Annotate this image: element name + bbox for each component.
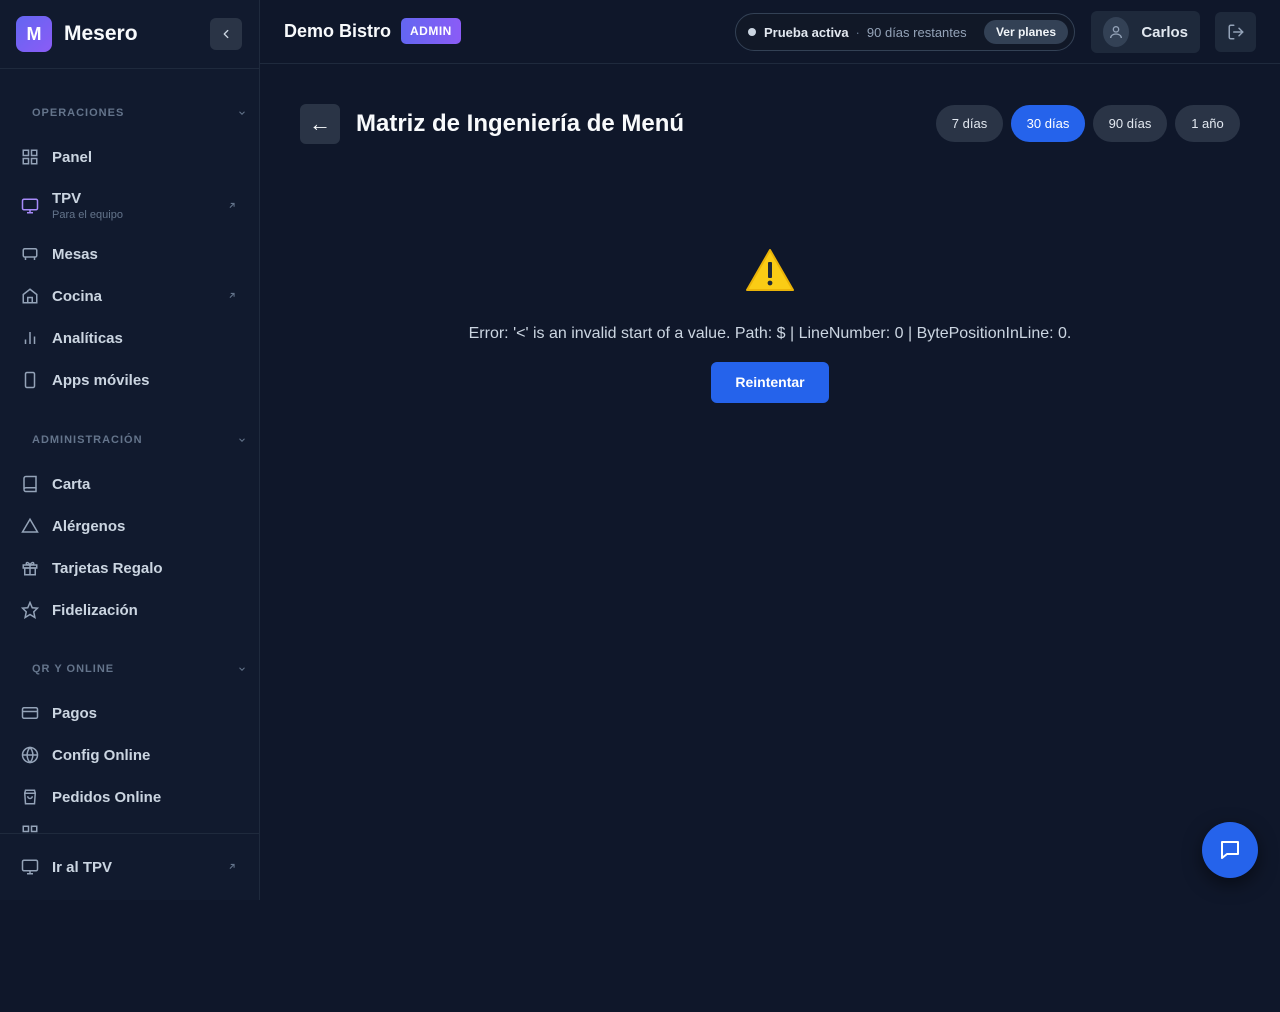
sidebar: M Mesero OPERACIONES Panel TPV Para el e… [0,0,260,900]
role-badge: ADMIN [401,18,461,44]
user-menu-button[interactable]: Carlos [1091,11,1200,53]
monitor-icon [20,196,40,216]
sidebar-item-label: Tarjetas Regalo [52,559,163,577]
sidebar-item-label: Carta [52,475,91,493]
sidebar-item-partial[interactable] [0,818,259,833]
chevron-left-icon [223,29,229,39]
sidebar-item-apps-moviles[interactable]: Apps móviles [0,359,259,401]
sidebar-footer-label: Ir al TPV [52,858,113,876]
smartphone-icon [20,370,40,390]
back-button[interactable]: ← [300,104,340,144]
sidebar-item-panel[interactable]: Panel [0,136,259,178]
sidebar-item-label: Pedidos Online [52,788,162,806]
sidebar-item-cocina[interactable]: Cocina [0,275,259,317]
chevron-down-icon [239,667,245,671]
brand-logo: M [16,16,52,52]
period-90-days[interactable]: 90 días [1093,105,1167,142]
top-bar: Demo Bistro ADMIN Prueba activa · 90 día… [260,0,1280,64]
sidebar-item-alergenos[interactable]: Alérgenos [0,505,259,547]
sidebar-item-label: Fidelización [52,601,138,619]
sidebar-item-config-online[interactable]: Config Online [0,734,259,776]
chevron-down-icon [239,111,245,115]
restaurant-name: Demo Bistro [284,21,392,41]
sidebar-item-carta[interactable]: Carta [0,463,259,505]
brand: M Mesero [0,0,259,69]
logout-button[interactable] [1215,12,1256,52]
external-link-icon [227,859,237,876]
sidebar-item-sublabel: Para el equipo [52,209,123,221]
brand-name: Mesero [64,22,138,45]
chat-button[interactable] [1202,822,1258,878]
period-7-days[interactable]: 7 días [936,105,1003,142]
status-dot [748,28,756,36]
sidebar-item-pagos[interactable]: Pagos [0,692,259,734]
user-icon [1110,26,1123,39]
trial-separator: · [855,24,860,40]
warning-icon [745,248,795,297]
error-message: Error: '<' is an invalid start of a valu… [468,325,1072,342]
home-icon [20,286,40,306]
external-link-icon [227,288,237,305]
collapse-sidebar-button[interactable] [210,18,242,50]
sidebar-item-label: Mesas [52,245,98,263]
monitor-icon [20,857,40,877]
star-icon [20,600,40,620]
section-title: ADMINISTRACIÓN [32,434,143,446]
sidebar-item-tarjetas-regalo[interactable]: Tarjetas Regalo [0,547,259,589]
sidebar-item-label: Alérgenos [52,517,126,535]
section-title: OPERACIONES [32,107,125,119]
book-icon [20,474,40,494]
sidebar-item-label: Pagos [52,704,98,722]
sidebar-nav[interactable]: OPERACIONES Panel TPV Para el equipo Mes… [0,69,259,833]
sidebar-item-label: Cocina [52,287,103,305]
period-1-year[interactable]: 1 año [1175,105,1240,142]
globe-icon [20,745,40,765]
period-30-days[interactable]: 30 días [1011,105,1085,142]
grid-icon [20,823,40,833]
external-link-icon [227,197,237,214]
trial-remaining: 90 días restantes [866,24,967,40]
go-to-tpv-link[interactable]: Ir al TPV [0,846,259,888]
section-header-qr-online[interactable]: QR Y ONLINE [0,659,259,679]
user-name: Carlos [1141,23,1188,41]
section-header-operaciones[interactable]: OPERACIONES [0,103,259,123]
chat-icon [1221,841,1239,859]
view-plans-button[interactable]: Ver planes [983,20,1068,44]
sidebar-item-label: Config Online [52,746,151,764]
shopping-bag-icon [20,787,40,807]
sidebar-item-label: Panel [52,148,93,166]
section-title: QR Y ONLINE [32,663,115,675]
chevron-down-icon [239,438,245,442]
section-header-administracion[interactable]: ADMINISTRACIÓN [0,430,259,450]
arrow-left-icon: ← [309,111,331,136]
sidebar-item-mesas[interactable]: Mesas [0,233,259,275]
sidebar-footer: Ir al TPV [0,833,259,900]
trial-status-pill: Prueba activa · 90 días restantes Ver pl… [735,13,1075,51]
credit-card-icon [20,703,40,723]
logout-icon [1228,24,1243,40]
table-icon [20,244,40,264]
warning-triangle-icon [20,516,40,536]
grid-icon [20,147,40,167]
sidebar-item-fidelizacion[interactable]: Fidelización [0,589,259,631]
sidebar-item-pedidos-online[interactable]: Pedidos Online [0,776,259,818]
page-title: Matriz de Ingeniería de Menú [356,110,685,137]
sidebar-item-label: TPV [52,190,82,207]
avatar [1103,17,1130,47]
trial-status: Prueba activa [764,24,849,40]
gift-icon [20,558,40,578]
sidebar-item-label: Apps móviles [52,371,150,389]
retry-button[interactable]: Reintentar [711,362,829,403]
sidebar-item-tpv[interactable]: TPV Para el equipo [0,178,259,233]
